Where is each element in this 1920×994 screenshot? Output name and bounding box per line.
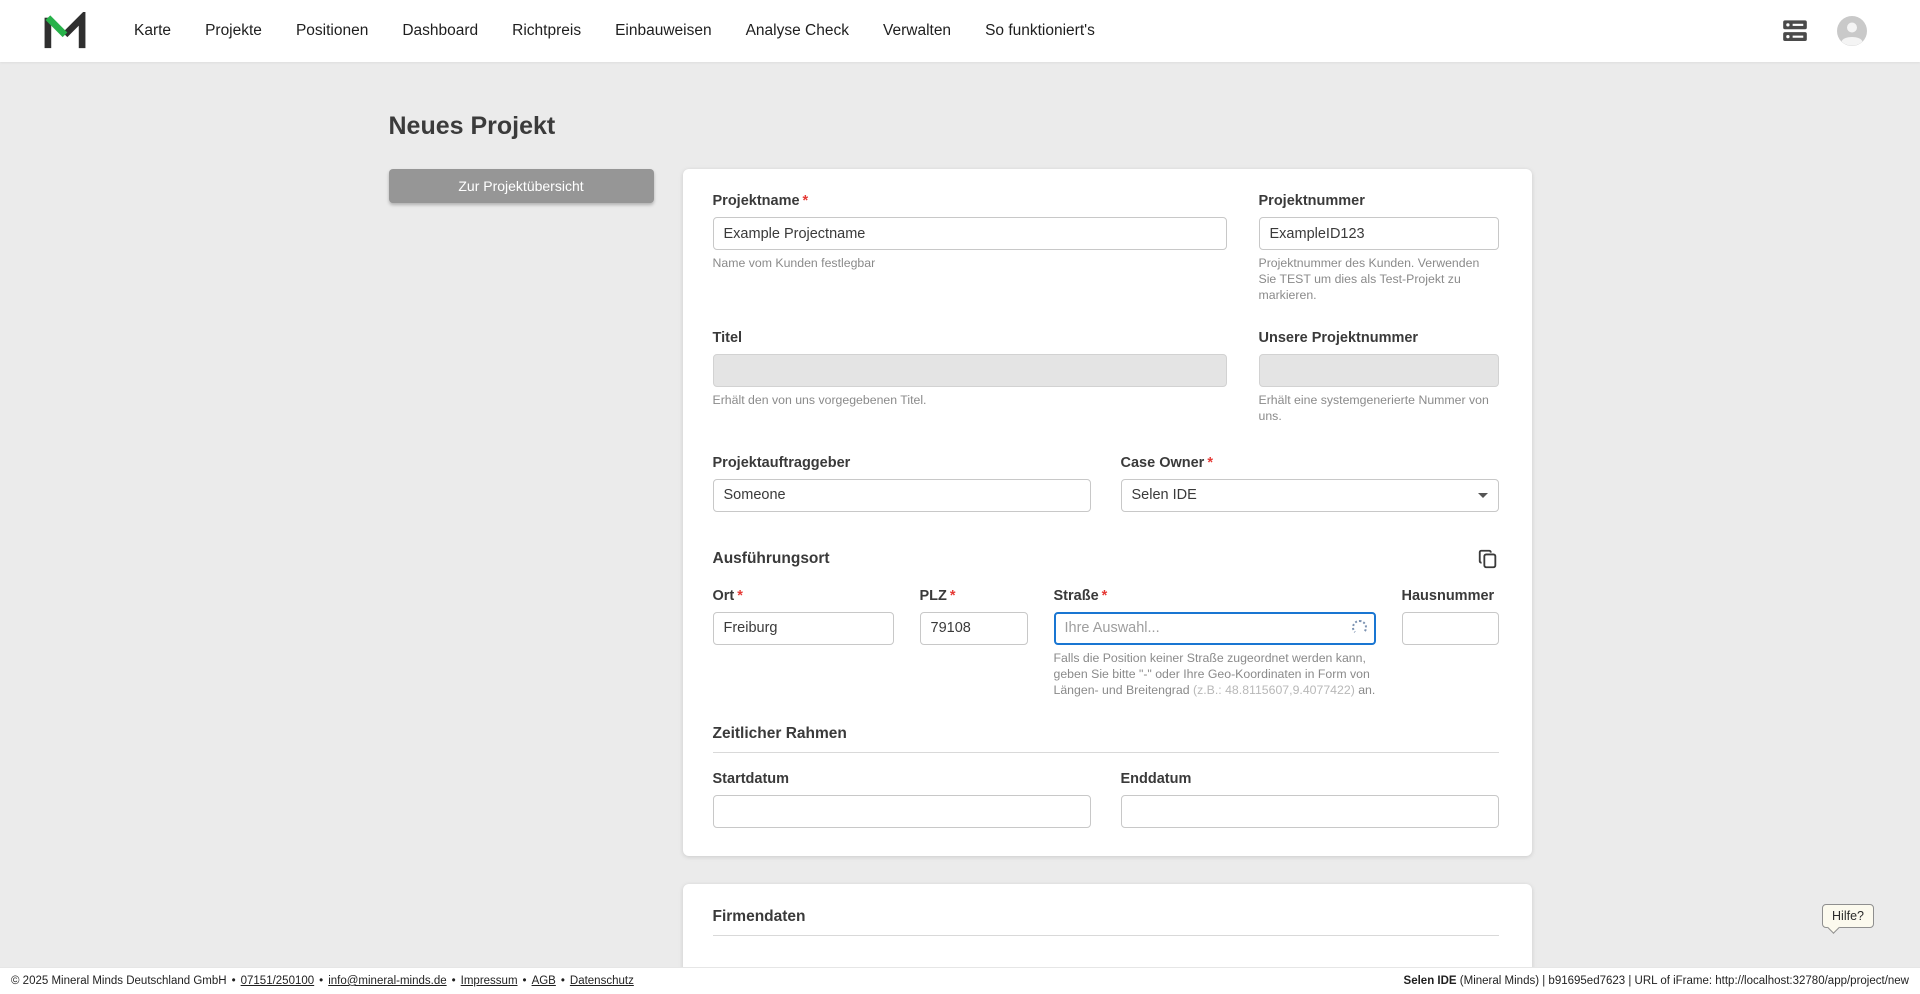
startdatum-label: Startdatum [713, 771, 1091, 787]
enddatum-label: Enddatum [1121, 771, 1499, 787]
footer-bullet: • [561, 975, 565, 987]
nav-item-so-funktionierts[interactable]: So funktioniert's [985, 22, 1095, 40]
projektname-input[interactable] [713, 217, 1227, 250]
hausnummer-field: Hausnummer [1402, 588, 1499, 699]
projektnummer-input[interactable] [1259, 217, 1499, 250]
logo-m-icon [44, 12, 86, 50]
top-right-icons [1780, 15, 1868, 47]
footer-link-phone[interactable]: 07151/250100 [241, 975, 315, 987]
divider [713, 752, 1499, 753]
footer-bullet: • [452, 975, 456, 987]
projektnummer-helper: Projektnummer des Kunden. Verwenden Sie … [1259, 256, 1499, 304]
ort-field: Ort* [713, 588, 894, 699]
section-zeitlicher-rahmen: Zeitlicher Rahmen [713, 725, 1499, 743]
chevron-down-icon [1478, 493, 1488, 498]
unsere-projektnummer-field: Unsere Projektnummer Erhält eine systemg… [1259, 330, 1499, 425]
footer-link-agb[interactable]: AGB [532, 975, 556, 987]
startdatum-input[interactable] [713, 795, 1091, 828]
nav-item-karte[interactable]: Karte [134, 22, 171, 40]
strasse-label: Straße* [1054, 588, 1376, 604]
footer-user-info: Selen IDE (Mineral Minds) | b91695ed7623… [1404, 975, 1909, 987]
plz-field: PLZ* [920, 588, 1028, 699]
project-form-card: Projektname* Name vom Kunden festlegbar … [683, 169, 1532, 856]
footer-link-datenschutz[interactable]: Datenschutz [570, 975, 634, 987]
required-asterisk: * [1102, 588, 1108, 604]
unsere-projektnummer-label: Unsere Projektnummer [1259, 330, 1499, 346]
help-button[interactable]: Hilfe? [1822, 904, 1874, 928]
projektauftraggeber-input[interactable] [713, 479, 1091, 512]
unsere-projektnummer-input [1259, 354, 1499, 387]
main-navigation: Karte Projekte Positionen Dashboard Rich… [134, 22, 1095, 40]
footer-bullet: • [319, 975, 323, 987]
footer-link-email[interactable]: info@mineral-minds.de [328, 975, 446, 987]
titel-helper: Erhält den von uns vorgegebenen Titel. [713, 393, 1227, 409]
required-asterisk: * [1207, 455, 1213, 471]
footer-link-impressum[interactable]: Impressum [461, 975, 518, 987]
plz-label: PLZ* [920, 588, 1028, 604]
case-owner-field: Case Owner* Selen IDE [1121, 455, 1499, 512]
enddatum-input[interactable] [1121, 795, 1499, 828]
divider [713, 935, 1499, 936]
section-firmendaten: Firmendaten [713, 908, 1499, 926]
page-title: Neues Projekt [389, 112, 1532, 141]
hausnummer-label: Hausnummer [1402, 588, 1499, 604]
projektnummer-label: Projektnummer [1259, 193, 1499, 209]
case-owner-selected-value: Selen IDE [1132, 487, 1197, 503]
mineral-minds-logo[interactable] [44, 12, 86, 50]
copy-icon [1477, 548, 1499, 570]
projektnummer-field: Projektnummer Projektnummer des Kunden. … [1259, 193, 1499, 304]
titel-input [713, 354, 1227, 387]
section-ausfuehrungsort: Ausführungsort [713, 550, 830, 568]
footer-username: Selen IDE [1404, 975, 1457, 987]
avatar [1836, 15, 1868, 47]
required-asterisk: * [737, 588, 743, 604]
server-icon [1780, 18, 1810, 44]
loading-spinner-icon [1352, 620, 1367, 635]
server-button[interactable] [1780, 18, 1810, 44]
nav-item-verwalten[interactable]: Verwalten [883, 22, 951, 40]
unsere-projektnummer-helper: Erhält eine systemgenerierte Nummer von … [1259, 393, 1499, 425]
copy-address-button[interactable] [1477, 548, 1499, 570]
nav-item-analyse-check[interactable]: Analyse Check [746, 22, 849, 40]
nav-item-projekte[interactable]: Projekte [205, 22, 262, 40]
case-owner-label: Case Owner* [1121, 455, 1499, 471]
back-to-project-overview-button[interactable]: Zur Projektübersicht [389, 169, 654, 203]
footer-left: © 2025 Mineral Minds Deutschland GmbH • … [11, 975, 634, 987]
strasse-field: Straße* Falls die Position keiner Straße… [1054, 588, 1376, 699]
titel-field: Titel Erhält den von uns vorgegebenen Ti… [713, 330, 1227, 425]
strasse-helper: Falls die Position keiner Straße zugeord… [1054, 651, 1376, 699]
hausnummer-input[interactable] [1402, 612, 1499, 645]
ort-input[interactable] [713, 612, 894, 645]
firmendaten-card: Firmendaten [683, 884, 1532, 967]
strasse-input[interactable] [1054, 612, 1376, 645]
nav-item-dashboard[interactable]: Dashboard [402, 22, 478, 40]
startdatum-field: Startdatum [713, 771, 1091, 828]
required-asterisk: * [803, 193, 809, 209]
required-asterisk: * [950, 588, 956, 604]
projektauftraggeber-label: Projektauftraggeber [713, 455, 1091, 471]
titel-label: Titel [713, 330, 1227, 346]
top-nav-bar: Karte Projekte Positionen Dashboard Rich… [0, 0, 1920, 62]
nav-item-positionen[interactable]: Positionen [296, 22, 368, 40]
footer-bullet: • [523, 975, 527, 987]
nav-item-einbauweisen[interactable]: Einbauweisen [615, 22, 712, 40]
footer-copyright: © 2025 Mineral Minds Deutschland GmbH [11, 975, 227, 987]
nav-item-richtpreis[interactable]: Richtpreis [512, 22, 581, 40]
projektname-field: Projektname* Name vom Kunden festlegbar [713, 193, 1227, 304]
footer-user-details: (Mineral Minds) | b91695ed7623 | URL of … [1457, 975, 1909, 987]
projektname-label: Projektname* [713, 193, 1227, 209]
projektname-helper: Name vom Kunden festlegbar [713, 256, 1227, 272]
case-owner-select[interactable]: Selen IDE [1121, 479, 1499, 512]
footer-bullet: • [232, 975, 236, 987]
plz-input[interactable] [920, 612, 1028, 645]
enddatum-field: Enddatum [1121, 771, 1499, 828]
footer: © 2025 Mineral Minds Deutschland GmbH • … [0, 967, 1920, 994]
projektauftraggeber-field: Projektauftraggeber [713, 455, 1091, 512]
avatar-button[interactable] [1836, 15, 1868, 47]
main-content: Neues Projekt Zur Projektübersicht Proje… [0, 62, 1920, 967]
ort-label: Ort* [713, 588, 894, 604]
